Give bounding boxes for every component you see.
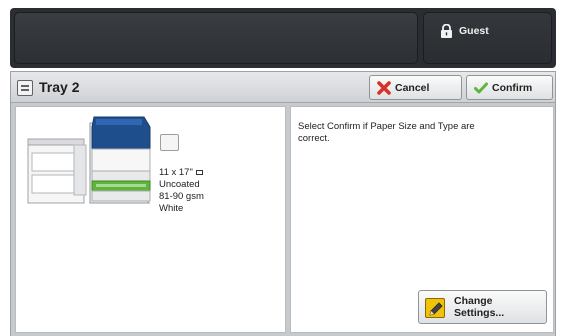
message-panel: Select Confirm if Paper Size and Type ar… (290, 106, 554, 333)
machine-panel: 11 x 17" Uncoated 81-90 gsm White (15, 106, 286, 333)
lock-icon (441, 24, 452, 38)
orientation-icon (195, 169, 203, 175)
paper-info: 11 x 17" Uncoated 81-90 gsm White (159, 167, 204, 215)
confirm-label: Confirm (492, 81, 533, 94)
tray-indicator[interactable] (160, 134, 179, 151)
paper-size: 11 x 17" (159, 167, 193, 178)
paper-weight: 81-90 gsm (159, 191, 204, 202)
paper-type: Uncoated (159, 179, 200, 190)
confirm-message: Select Confirm if Paper Size and Type ar… (298, 121, 475, 144)
tray-icon (17, 80, 33, 96)
pencil-icon (425, 298, 445, 318)
user-label: Guest (459, 25, 489, 37)
confirm-button[interactable]: Confirm (466, 75, 553, 100)
top-bar: Guest (10, 8, 556, 68)
status-area (14, 12, 418, 64)
change-settings-button[interactable]: Change Settings... (418, 290, 547, 324)
change-settings-label: Change Settings... (454, 295, 505, 319)
paper-color: White (159, 203, 184, 214)
printer-illustration (27, 116, 151, 204)
tray-panel: Tray 2 Cancel Confirm 11 x 17" Uncoated … (10, 71, 556, 336)
cancel-button[interactable]: Cancel (369, 75, 462, 100)
cancel-label: Cancel (395, 81, 430, 94)
user-button[interactable]: Guest (423, 12, 552, 64)
green-check-icon (474, 82, 488, 93)
red-x-icon (377, 80, 391, 95)
page-title: Tray 2 (39, 79, 80, 95)
panel-header: Tray 2 Cancel Confirm (11, 72, 555, 103)
